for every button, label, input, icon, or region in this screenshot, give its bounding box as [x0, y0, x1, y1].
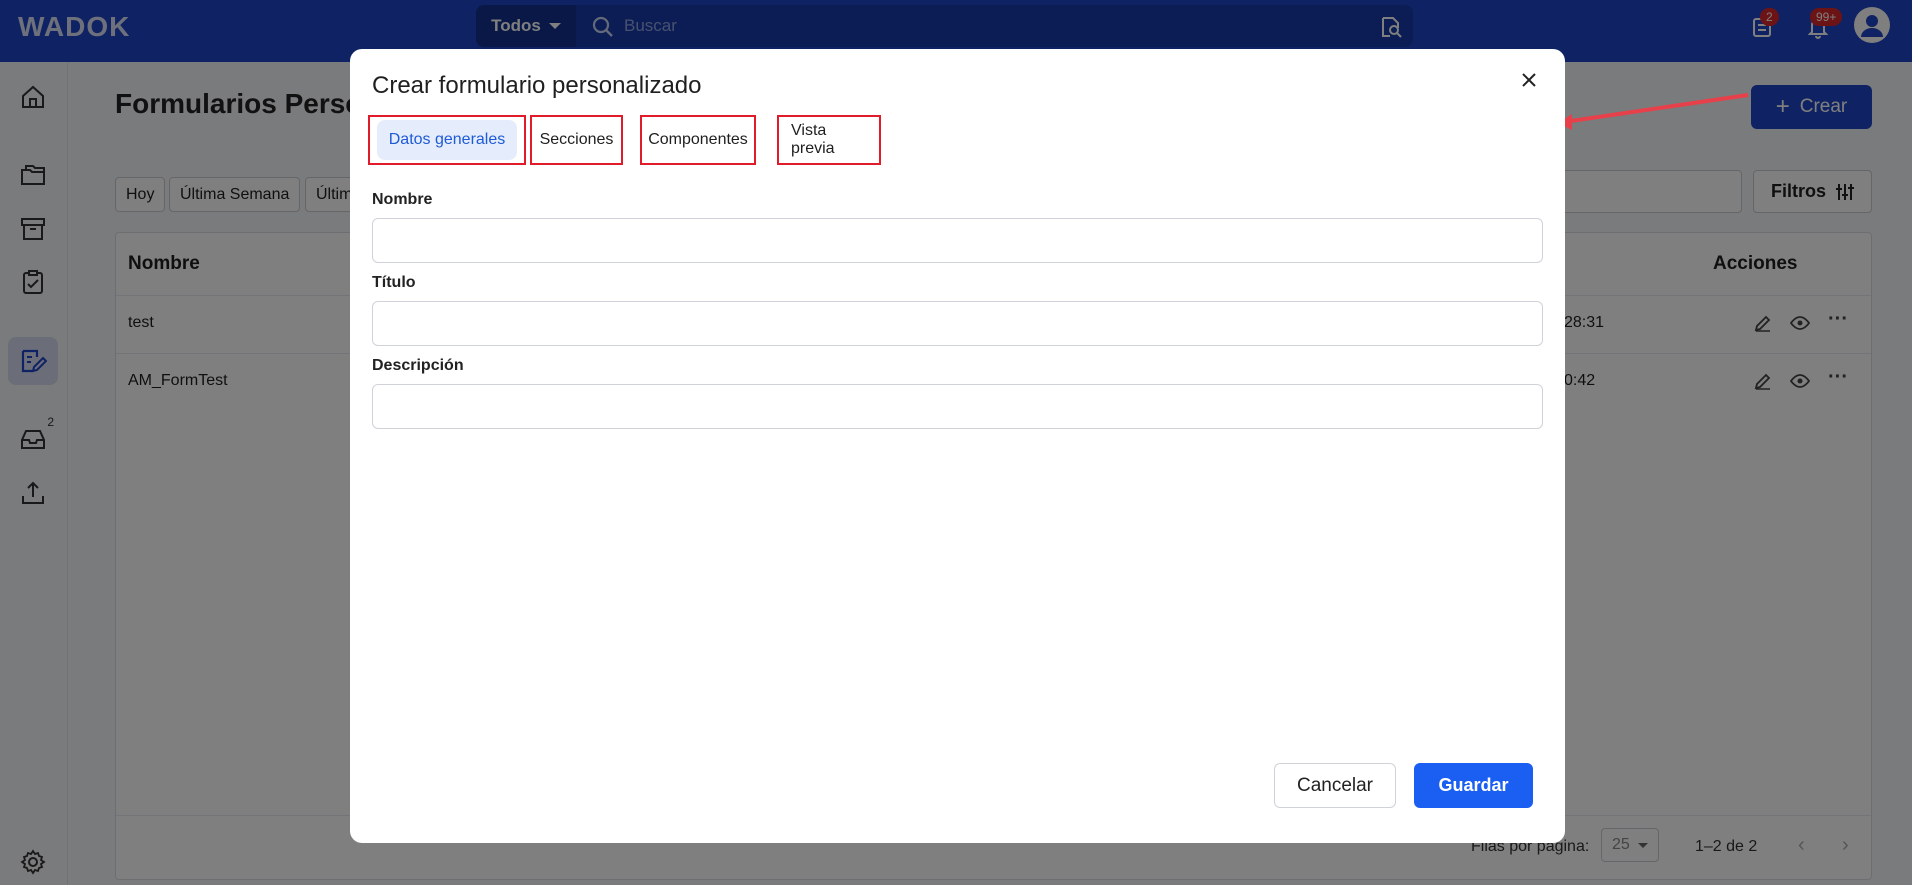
- annotation-arrow: [1558, 93, 1749, 130]
- tab-label: Componentes: [648, 131, 748, 148]
- close-button[interactable]: [1515, 66, 1543, 94]
- nombre-input[interactable]: [372, 218, 1543, 263]
- descripcion-input[interactable]: [372, 384, 1543, 429]
- tab-label: Secciones: [539, 131, 614, 148]
- nombre-label: Nombre: [372, 191, 433, 208]
- titulo-label: Título: [372, 274, 416, 291]
- tab-datos-generales[interactable]: Datos generales: [368, 115, 526, 165]
- cancel-button[interactable]: Cancelar: [1274, 763, 1396, 808]
- dialog-title: Crear formulario personalizado: [372, 72, 702, 99]
- titulo-input[interactable]: [372, 301, 1543, 346]
- create-form-dialog: Crear formulario personalizado Datos gen…: [350, 49, 1565, 843]
- tab-label: Vista previa: [791, 122, 835, 157]
- tab-label: Datos generales: [376, 120, 518, 160]
- save-button[interactable]: Guardar: [1414, 763, 1533, 808]
- tab-secciones[interactable]: Secciones: [530, 115, 623, 165]
- tab-componentes[interactable]: Componentes: [640, 115, 756, 165]
- close-icon: [1522, 73, 1536, 87]
- tab-vista-previa[interactable]: Vista previa: [777, 115, 881, 165]
- descripcion-label: Descripción: [372, 357, 464, 374]
